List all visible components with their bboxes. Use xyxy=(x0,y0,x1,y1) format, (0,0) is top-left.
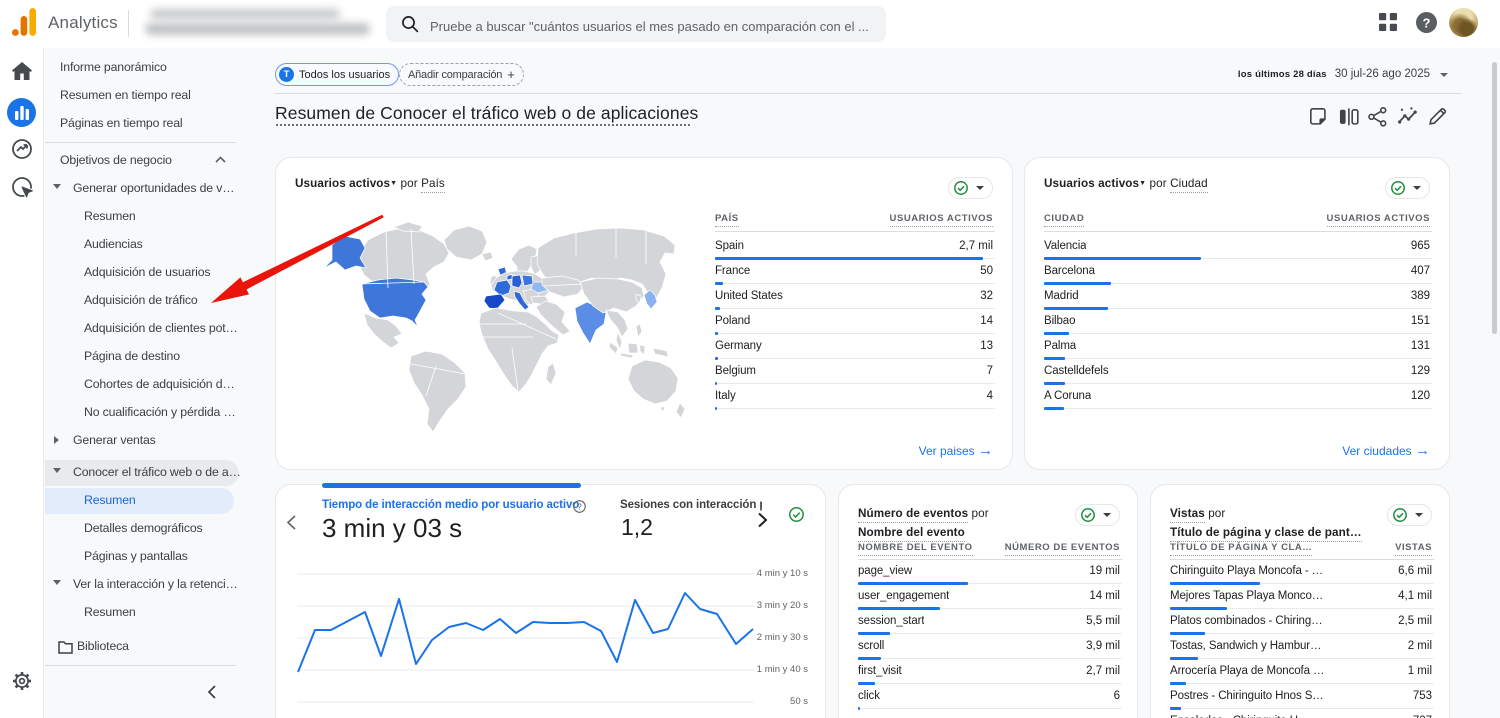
svg-text:?: ? xyxy=(1423,15,1431,30)
